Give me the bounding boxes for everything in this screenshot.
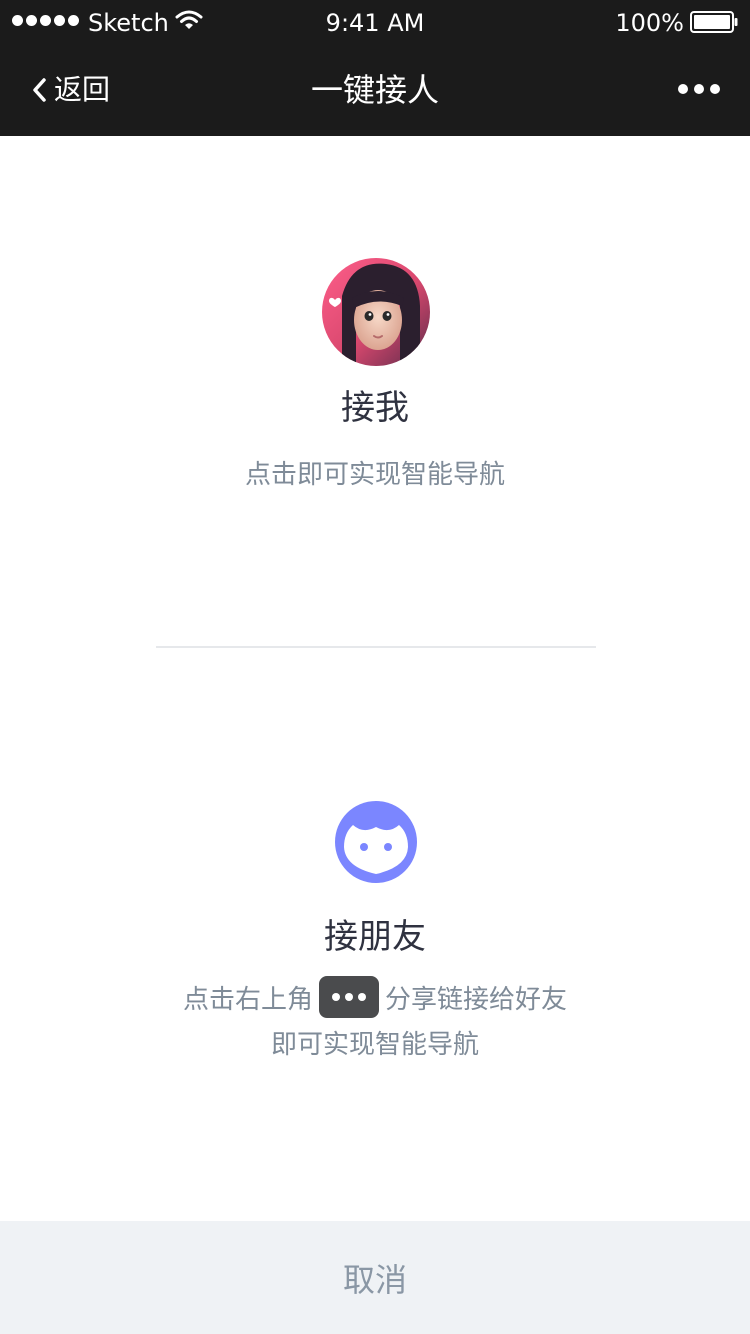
divider bbox=[156, 646, 596, 648]
nav-bar: 返回 一键接人 bbox=[0, 44, 750, 136]
cancel-button[interactable]: 取消 bbox=[0, 1221, 750, 1334]
battery-icon bbox=[690, 11, 738, 33]
instruction-text-after: 分享链接给好友 bbox=[385, 984, 568, 1015]
more-dot bbox=[332, 993, 340, 1001]
status-bar: Sketch 9:41 AM 100% bbox=[0, 0, 750, 44]
instruction-text-before: 点击右上角 bbox=[182, 984, 313, 1015]
more-dots-icon bbox=[319, 976, 379, 1018]
top-bar: Sketch 9:41 AM 100% 返回 一键接人 bbox=[0, 0, 750, 136]
avatar-photo bbox=[322, 258, 430, 366]
more-dots-icon bbox=[678, 84, 688, 94]
more-dot bbox=[345, 993, 353, 1001]
pickup-friend-title[interactable]: 接朋友 bbox=[0, 915, 750, 959]
pickup-me-subtitle: 点击即可实现智能导航 bbox=[244, 460, 505, 490]
more-dot bbox=[358, 993, 366, 1001]
battery-percent: 100% bbox=[615, 9, 684, 37]
screen: Sketch 9:41 AM 100% 返回 一键接人 接我 点击即可实现智能导… bbox=[0, 0, 750, 1334]
friend-face-icon[interactable] bbox=[335, 801, 417, 883]
more-dots-icon bbox=[710, 84, 720, 94]
pickup-friend-instructions: 点击右上角 分享链接给好友 bbox=[0, 976, 750, 1018]
page-title: 一键接人 bbox=[310, 71, 439, 109]
more-button[interactable] bbox=[678, 80, 720, 98]
more-dots-icon bbox=[694, 84, 704, 94]
pickup-friend-instructions-line2: 即可实现智能导航 bbox=[270, 1030, 479, 1060]
avatar[interactable] bbox=[322, 258, 430, 366]
pickup-me-title[interactable]: 接我 bbox=[0, 386, 750, 430]
